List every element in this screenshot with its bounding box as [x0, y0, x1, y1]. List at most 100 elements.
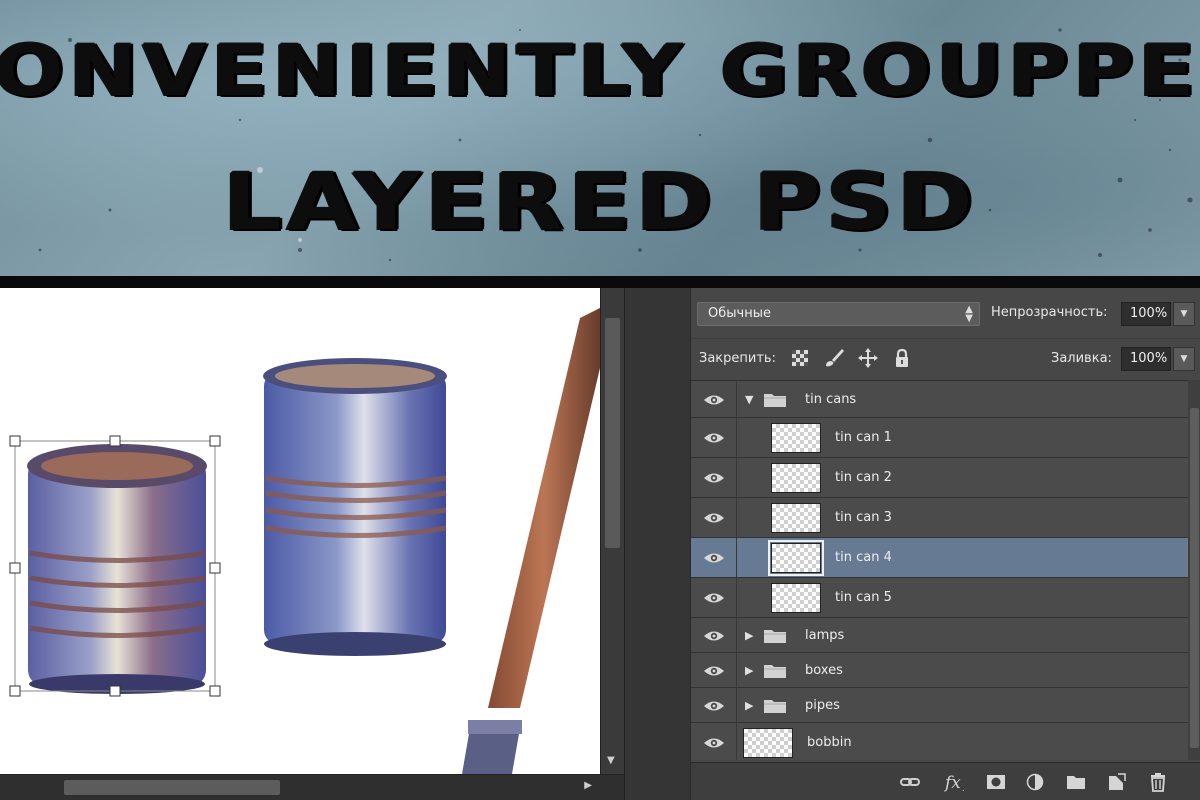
- layers-panel-options-row: Обычные ▲ ▼ Непрозрачность: 100% ▼: [691, 288, 1200, 338]
- visibility-toggle[interactable]: [691, 653, 737, 687]
- layer-group-row[interactable]: ▶ boxes: [691, 653, 1188, 688]
- scroll-down-arrow-icon[interactable]: ▼: [607, 755, 615, 766]
- eye-icon[interactable]: [703, 551, 725, 565]
- visibility-toggle[interactable]: [691, 618, 737, 652]
- lock-position-move-icon[interactable]: [857, 347, 879, 369]
- visibility-toggle[interactable]: [691, 458, 737, 497]
- layer-name: tin can 5: [835, 590, 892, 605]
- visibility-toggle[interactable]: [691, 688, 737, 722]
- layer-row[interactable]: tin can 4: [691, 538, 1188, 578]
- layer-name: boxes: [805, 663, 843, 678]
- scroll-right-arrow-icon[interactable]: ▶: [584, 780, 592, 791]
- layer-name: tin can 2: [835, 470, 892, 485]
- eye-icon[interactable]: [703, 629, 725, 643]
- layer-name: tin can 1: [835, 430, 892, 445]
- canvas-horizontal-scrollbar[interactable]: ▶: [0, 774, 624, 800]
- layer-row[interactable]: tin can 1: [691, 418, 1188, 458]
- layer-name: bobbin: [807, 735, 852, 750]
- visibility-toggle[interactable]: [691, 418, 737, 457]
- dropdown-updown-icon: ▲ ▼: [965, 304, 973, 324]
- group-folder-icon[interactable]: [1065, 771, 1087, 793]
- layer-thumbnail[interactable]: [771, 503, 821, 533]
- layers-panel-footer: fx .: [691, 762, 1200, 800]
- eye-icon[interactable]: [703, 699, 725, 713]
- title-banner: CONVENIENTLY GROUPPED LAYERED PSD: [0, 0, 1200, 276]
- adjustment-icon[interactable]: [1025, 771, 1047, 793]
- svg-text:.: .: [962, 784, 965, 793]
- folder-icon: [763, 392, 787, 408]
- layer-name: pipes: [805, 698, 840, 713]
- layer-thumbnail[interactable]: [771, 463, 821, 493]
- opacity-dropdown-arrow-icon[interactable]: ▼: [1173, 302, 1195, 326]
- expand-triangle-icon[interactable]: ▶: [745, 629, 753, 642]
- lock-image-brush-icon[interactable]: [823, 347, 845, 369]
- layer-name: tin can 4: [835, 550, 892, 565]
- canvas-horizontal-scroll-thumb[interactable]: [64, 780, 280, 795]
- panel-dock-strip: [624, 288, 690, 800]
- fill-dropdown-arrow-icon[interactable]: ▼: [1173, 347, 1195, 371]
- eye-icon[interactable]: [703, 736, 725, 750]
- layer-thumbnail[interactable]: [771, 583, 821, 613]
- fill-field[interactable]: 100%: [1121, 347, 1171, 371]
- layer-group-row[interactable]: ▶ lamps: [691, 618, 1188, 653]
- eye-icon[interactable]: [703, 431, 725, 445]
- eye-icon[interactable]: [703, 591, 725, 605]
- layers-scrollbar[interactable]: [1188, 380, 1200, 760]
- banner-title-line-1: CONVENIENTLY GROUPPED: [0, 30, 1200, 112]
- visibility-toggle[interactable]: [691, 578, 737, 617]
- layer-name: tin can 3: [835, 510, 892, 525]
- svg-text:fx: fx: [943, 773, 961, 793]
- layer-row[interactable]: tin can 5: [691, 578, 1188, 618]
- folder-icon: [763, 628, 787, 644]
- eye-icon[interactable]: [703, 664, 725, 678]
- visibility-toggle[interactable]: [691, 723, 737, 760]
- opacity-label: Непрозрачность:: [991, 305, 1108, 320]
- blend-mode-value: Обычные: [708, 306, 771, 321]
- layer-name: lamps: [805, 628, 845, 643]
- banner-divider: [0, 276, 1200, 288]
- layer-name: tin cans: [805, 392, 857, 407]
- tin-can-drawing-right: [263, 358, 447, 656]
- expand-triangle-icon[interactable]: ▶: [745, 664, 753, 677]
- eye-icon[interactable]: [703, 511, 725, 525]
- trash-icon[interactable]: [1147, 771, 1169, 793]
- banner-title-line-2: LAYERED PSD: [222, 158, 978, 248]
- visibility-toggle[interactable]: [691, 381, 737, 417]
- folder-icon: [763, 663, 787, 679]
- canvas-artwork: [9, 308, 600, 774]
- lock-transparency-icon[interactable]: [789, 347, 811, 369]
- layer-group-row[interactable]: ▼ tin cans: [691, 381, 1188, 418]
- lock-label: Закрепить:: [699, 351, 776, 366]
- canvas-vertical-scroll-thumb[interactable]: [605, 318, 620, 548]
- blend-mode-dropdown[interactable]: Обычные ▲ ▼: [697, 302, 980, 326]
- expand-triangle-icon[interactable]: ▶: [745, 699, 753, 712]
- fill-label: Заливка:: [1051, 351, 1112, 366]
- canvas-vertical-scrollbar[interactable]: ▼: [600, 288, 624, 774]
- layers-panel: Обычные ▲ ▼ Непрозрачность: 100% ▼ Закреп…: [690, 288, 1200, 800]
- link-icon[interactable]: [899, 771, 921, 793]
- layer-thumbnail[interactable]: [743, 728, 793, 758]
- layer-row[interactable]: tin can 3: [691, 498, 1188, 538]
- fx-icon[interactable]: fx .: [943, 771, 969, 793]
- folder-icon: [763, 698, 787, 714]
- visibility-toggle[interactable]: [691, 538, 737, 577]
- new-layer-icon[interactable]: [1105, 771, 1127, 793]
- lock-all-padlock-icon[interactable]: [891, 347, 913, 369]
- layers-panel-lock-row: Закрепить: Заливка: 100% ▼: [691, 338, 1200, 380]
- layer-thumbnail[interactable]: [771, 423, 821, 453]
- layer-thumbnail[interactable]: [768, 540, 824, 576]
- eye-icon[interactable]: [703, 393, 725, 407]
- tin-can-drawing-left: [27, 444, 207, 694]
- collapse-triangle-icon[interactable]: ▼: [745, 393, 753, 406]
- eye-icon[interactable]: [703, 471, 725, 485]
- pipe-drawing: [462, 308, 600, 774]
- layer-group-row[interactable]: ▶ pipes: [691, 688, 1188, 723]
- mask-icon[interactable]: [985, 771, 1007, 793]
- document-canvas[interactable]: [0, 288, 600, 774]
- layers-scroll-thumb[interactable]: [1190, 408, 1199, 748]
- layer-row[interactable]: bobbin: [691, 723, 1188, 760]
- opacity-field[interactable]: 100%: [1121, 302, 1171, 326]
- visibility-toggle[interactable]: [691, 498, 737, 537]
- layer-list: ▼ tin cans tin can 1 tin can 2 tin can 3 tin …: [691, 380, 1188, 760]
- layer-row[interactable]: tin can 2: [691, 458, 1188, 498]
